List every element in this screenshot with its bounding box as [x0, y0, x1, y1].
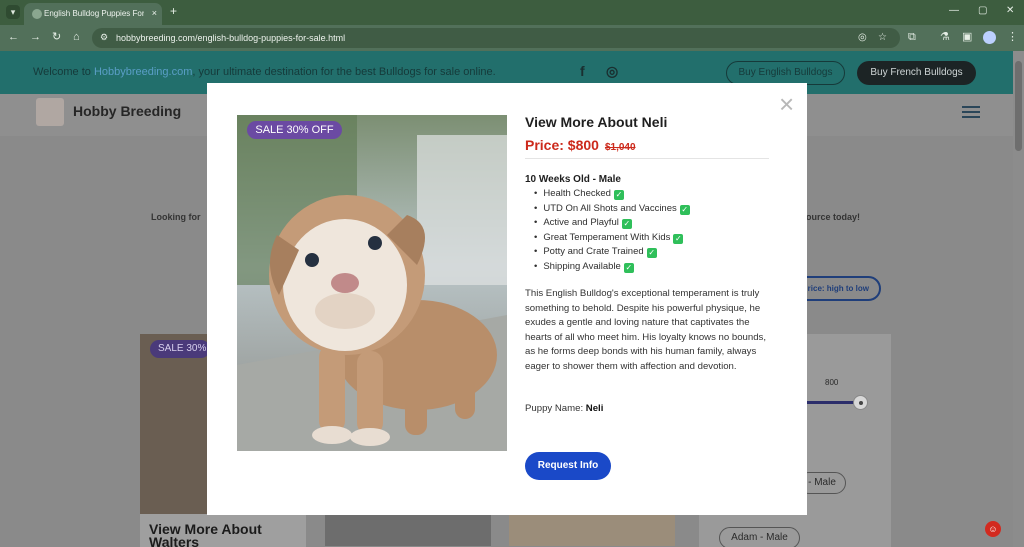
price-row: Price: $800 $1,040: [525, 137, 636, 155]
request-info-button[interactable]: Request Info: [525, 452, 611, 480]
puppy-name-row: Puppy Name: Neli: [525, 403, 604, 414]
price-range-value: 800: [825, 378, 839, 387]
puppy-description: This English Bulldog's exceptional tempe…: [525, 288, 767, 372]
star-icon[interactable]: ☆: [878, 32, 887, 43]
kebab-menu-icon[interactable]: ⋮: [1007, 31, 1018, 43]
puppy-card-title[interactable]: View More About Walters: [149, 522, 306, 547]
intro-text-left: Looking for: [151, 212, 201, 222]
puppy-photo: [237, 115, 507, 451]
hamburger-menu-icon[interactable]: [962, 106, 980, 118]
url-text[interactable]: hobbybreeding.com/english-bulldog-puppie…: [116, 33, 345, 43]
puppy-name: Neli: [585, 403, 604, 414]
lab-icon[interactable]: ⚗: [940, 31, 950, 43]
eye-off-icon[interactable]: ◎: [858, 32, 867, 43]
tab-close-icon[interactable]: ×: [152, 8, 157, 18]
sale-badge: SALE 30% OFF: [247, 121, 342, 139]
check-icon: ✓: [621, 219, 632, 229]
site-info-icon[interactable]: ⚙: [100, 32, 108, 43]
chat-widget-icon[interactable]: ☺: [985, 521, 1001, 537]
puppy-chip[interactable]: Adam - Male: [719, 527, 800, 547]
feature-item: Shipping Available✓: [534, 260, 690, 275]
check-icon: ✓: [623, 262, 634, 273]
original-price: $1,040: [604, 142, 636, 153]
feature-item: Health Checked✓: [534, 187, 690, 202]
check-icon: ✓: [646, 248, 657, 258]
brand-name[interactable]: Hobby Breeding: [73, 103, 181, 119]
browser-toolbar: ← → ↻ ⌂ ⚙ hobbybreeding.com/english-bull…: [0, 25, 1024, 51]
profile-icon[interactable]: [983, 31, 996, 44]
favicon-icon: [32, 9, 42, 19]
modal-title: View More About Neli: [525, 114, 668, 130]
instagram-icon[interactable]: ◎: [606, 63, 618, 80]
feature-item: Active and Playful✓: [534, 216, 690, 231]
window-close-icon[interactable]: ✕: [1006, 5, 1014, 16]
scrollbar-thumb[interactable]: [1015, 61, 1022, 151]
feature-item: Potty and Crate Trained✓: [534, 245, 690, 260]
sidebar-icon[interactable]: ▣: [962, 31, 972, 43]
web-page: Welcome to Hobbybreeding.com, your ultim…: [0, 51, 1024, 547]
check-icon: ✓: [613, 190, 624, 200]
puppy-photo-illustration: [237, 115, 507, 451]
check-icon: ✓: [679, 204, 690, 215]
buy-french-bulldogs-button[interactable]: Buy French Bulldogs: [857, 61, 976, 85]
close-icon[interactable]: ×: [779, 91, 794, 117]
tab-title: English Bulldog Puppies For Sa: [44, 9, 144, 18]
price-range-handle[interactable]: [853, 395, 868, 410]
feature-item: Great Temperament With Kids✓: [534, 231, 690, 246]
welcome-link[interactable]: Hobbybreeding.com: [94, 66, 192, 78]
puppy-modal: × SALE 30% OFF View More About Neli Pric…: [207, 83, 807, 515]
buy-english-bulldogs-button[interactable]: Buy English Bulldogs: [726, 61, 845, 85]
facebook-icon[interactable]: f: [580, 63, 585, 79]
welcome-text: Welcome to Hobbybreeding.com, your ultim…: [33, 66, 496, 78]
logo-icon[interactable]: [36, 98, 64, 126]
browser-tab[interactable]: English Bulldog Puppies For Sa ×: [24, 3, 162, 25]
address-bar[interactable]: ⚙ hobbybreeding.com/english-bulldog-pupp…: [92, 28, 900, 48]
price: Price: $800: [525, 137, 599, 153]
new-tab-button[interactable]: +: [170, 5, 177, 17]
intro-text-right: ource today!: [806, 212, 861, 222]
minimize-icon[interactable]: —: [949, 5, 959, 16]
reload-icon[interactable]: ↻: [52, 31, 61, 43]
restore-icon[interactable]: ▢: [978, 5, 987, 16]
forward-icon[interactable]: →: [30, 31, 41, 43]
extensions-icon[interactable]: ⧉: [908, 31, 916, 43]
sale-badge: SALE 30%: [150, 340, 210, 358]
feature-list: Health Checked✓ UTD On All Shots and Vac…: [534, 187, 690, 274]
feature-item: UTD On All Shots and Vaccines✓: [534, 202, 690, 217]
check-icon: ✓: [673, 233, 684, 244]
puppy-age-sex: 10 Weeks Old - Male: [525, 174, 621, 185]
back-icon[interactable]: ←: [8, 31, 19, 43]
browser-tab-bar: ▾ English Bulldog Puppies For Sa × + — ▢…: [0, 0, 1024, 25]
tab-menu-icon[interactable]: ▾: [6, 5, 20, 19]
divider: [525, 158, 769, 159]
home-icon[interactable]: ⌂: [73, 31, 80, 43]
